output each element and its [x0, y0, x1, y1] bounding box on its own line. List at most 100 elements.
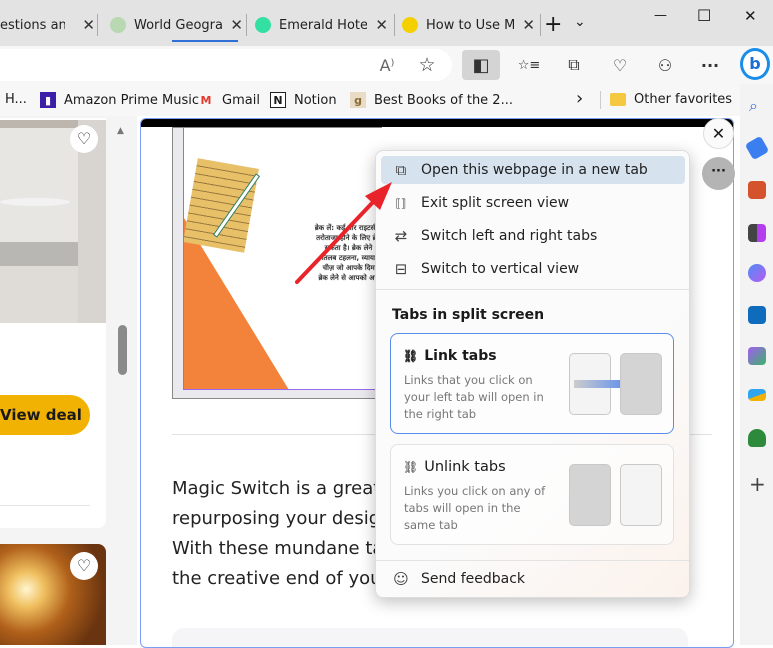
close-tab-icon[interactable]: ✕	[82, 16, 95, 34]
menu-item-label: Switch to vertical view	[421, 261, 580, 277]
option-title: Unlink tabs	[424, 459, 506, 475]
send-feedback-item[interactable]: ☺ Send feedback	[381, 565, 685, 593]
tab-title: Emerald Hotel	[279, 17, 367, 33]
telegram-icon[interactable]	[748, 389, 766, 401]
tab[interactable]: World Geograp ✕	[110, 8, 243, 42]
copilot-icon[interactable]: b	[740, 48, 770, 80]
option-description: Links you click on any of tabs will open…	[404, 484, 546, 532]
notion-icon: N	[270, 92, 286, 108]
microsoft-365-icon[interactable]	[748, 264, 766, 282]
more-icon[interactable]: ···	[695, 52, 725, 78]
menu-item-label: Switch left and right tabs	[421, 228, 598, 244]
hindi-text: ब्रेक लें: कई बार राइटर्स ब्लॉक थ तरोताज…	[314, 224, 383, 282]
search-icon[interactable]: ⌕	[749, 96, 758, 116]
tree-icon[interactable]	[748, 429, 766, 447]
paragraph-line: Magic Switch is a great t	[172, 478, 394, 499]
folder-icon	[610, 93, 626, 106]
bookmark-label: Other favorites	[634, 92, 733, 107]
bookmark[interactable]: N Notion	[270, 92, 337, 108]
bookmark-label: Gmail	[222, 92, 260, 108]
tab-favicon	[402, 17, 418, 33]
exit-split-icon: ⟦⟧	[395, 196, 407, 210]
menu-item-exit-split[interactable]: ⟦⟧ Exit split screen view	[381, 189, 685, 217]
new-tab-button[interactable]: +	[544, 12, 562, 37]
amazon-music-icon: ▮	[40, 92, 56, 108]
browser-essentials-icon[interactable]: ♡	[605, 52, 635, 78]
feedback-icon: ☺	[393, 570, 409, 588]
heart-icon[interactable]: ♡	[70, 552, 98, 580]
tab-favicon	[110, 17, 126, 33]
tab-title: How to Use M	[426, 17, 514, 33]
favorites-icon[interactable]: ☆≡	[514, 52, 544, 78]
article-paragraph: Magic Switch is a great t repurposing yo…	[172, 474, 393, 594]
paragraph-line: repurposing your design	[172, 508, 392, 529]
scroll-up-arrow-icon[interactable]: ▲	[117, 126, 124, 136]
bookmark-label: Best Books of the 2...	[374, 92, 513, 108]
view-deal-button[interactable]: View deal	[0, 395, 90, 435]
maximize-button[interactable]: ☐	[697, 6, 711, 25]
scrollbar-thumb[interactable]	[118, 325, 127, 375]
tools-icon[interactable]	[748, 181, 766, 199]
left-tab-pane: ♡ View deal ♡ ▲	[0, 116, 137, 645]
bookmark[interactable]: ▮ Amazon Prime Music	[40, 92, 199, 108]
shopping-tag-icon[interactable]	[744, 135, 770, 161]
extensions-icon[interactable]: ⚇	[650, 52, 680, 78]
more-bookmarks-chevron-icon[interactable]: ›	[576, 88, 583, 109]
designer-icon[interactable]	[748, 347, 766, 365]
paragraph-line: the creative end of your	[172, 568, 389, 589]
split-screen-menu: ⧉ Open this webpage in a new tab ⟦⟧ Exit s…	[375, 150, 690, 598]
split-pane-more-button[interactable]: ···	[702, 157, 735, 190]
menu-item-open-new-tab[interactable]: ⧉ Open this webpage in a new tab	[381, 156, 685, 184]
close-tab-icon[interactable]: ✕	[230, 16, 243, 34]
paragraph-line: With these mundane tas	[172, 538, 393, 559]
link-tabs-option[interactable]: ⛓ Link tabs Links that you click on your …	[390, 333, 674, 434]
outlook-icon[interactable]	[748, 306, 766, 324]
close-window-button[interactable]: ✕	[744, 7, 757, 25]
swap-icon: ⇄	[394, 227, 408, 245]
menu-item-switch-tabs[interactable]: ⇄ Switch left and right tabs	[381, 222, 685, 250]
split-screen-button[interactable]: ◧	[462, 50, 500, 80]
minimize-button[interactable]: —	[654, 8, 667, 23]
add-icon[interactable]: +	[749, 472, 766, 496]
bookmark[interactable]: M Gmail	[198, 92, 260, 108]
menu-item-label: Send feedback	[421, 571, 526, 587]
games-icon[interactable]	[748, 224, 766, 242]
other-favorites[interactable]: Other favorites	[610, 92, 732, 107]
bookmark[interactable]: H...	[5, 92, 27, 107]
collections-icon[interactable]: ⧉	[559, 52, 589, 78]
tab-bar: estions and ✕ World Geograp ✕ Emerald Hote…	[0, 0, 773, 46]
goodreads-icon: g	[350, 92, 366, 108]
bookmark-label: Amazon Prime Music	[64, 92, 200, 108]
section-title: Tabs in split screen	[392, 307, 545, 323]
menu-item-label: Exit split screen view	[421, 195, 570, 211]
close-tab-icon[interactable]: ✕	[375, 16, 388, 34]
tab[interactable]: Emerald Hotel ✕	[255, 8, 388, 42]
tab[interactable]: estions and ✕	[0, 8, 95, 42]
heart-icon[interactable]: ♡	[70, 125, 98, 153]
tab[interactable]: How to Use M ✕	[402, 8, 535, 42]
close-split-pane-button[interactable]: ✕	[703, 118, 734, 149]
vertical-view-icon: ⊟	[394, 260, 408, 278]
link-icon: ⛓	[403, 349, 419, 363]
edge-sidebar: ⌕ +	[740, 84, 773, 645]
right-tab-illustration	[620, 464, 662, 526]
open-in-new-tab-icon: ⧉	[395, 161, 407, 179]
gmail-icon: M	[200, 93, 212, 107]
read-aloud-icon[interactable]: A⁾	[372, 52, 402, 78]
bookmark[interactable]: g Best Books of the 2...	[350, 92, 513, 108]
design-preview: ब्रेक लें: कई बार राइटर्स ब्लॉक थ तरोताज…	[172, 127, 383, 399]
menu-item-label: Open this webpage in a new tab	[421, 162, 648, 178]
star-icon[interactable]: ☆	[412, 52, 442, 78]
unlink-tabs-option[interactable]: ⛓ Unlink tabs Links you click on any of t…	[390, 444, 674, 545]
tab-favicon	[255, 17, 271, 33]
tab-actions-chevron-icon[interactable]: ⌄	[574, 14, 586, 30]
tab-title: World Geograp	[134, 17, 222, 33]
option-title: Link tabs	[424, 348, 497, 364]
menu-item-vertical-view[interactable]: ⊟ Switch to vertical view	[381, 255, 685, 283]
close-tab-icon[interactable]: ✕	[522, 16, 535, 34]
bookmark-label: Notion	[294, 92, 337, 108]
bookmarks-bar: H... ▮ Amazon Prime Music M Gmail N Notion …	[0, 84, 740, 116]
bookmark-label: H...	[5, 92, 27, 107]
tab-title: estions and	[0, 17, 65, 33]
option-description: Links that you click on your left tab wi…	[404, 373, 544, 421]
